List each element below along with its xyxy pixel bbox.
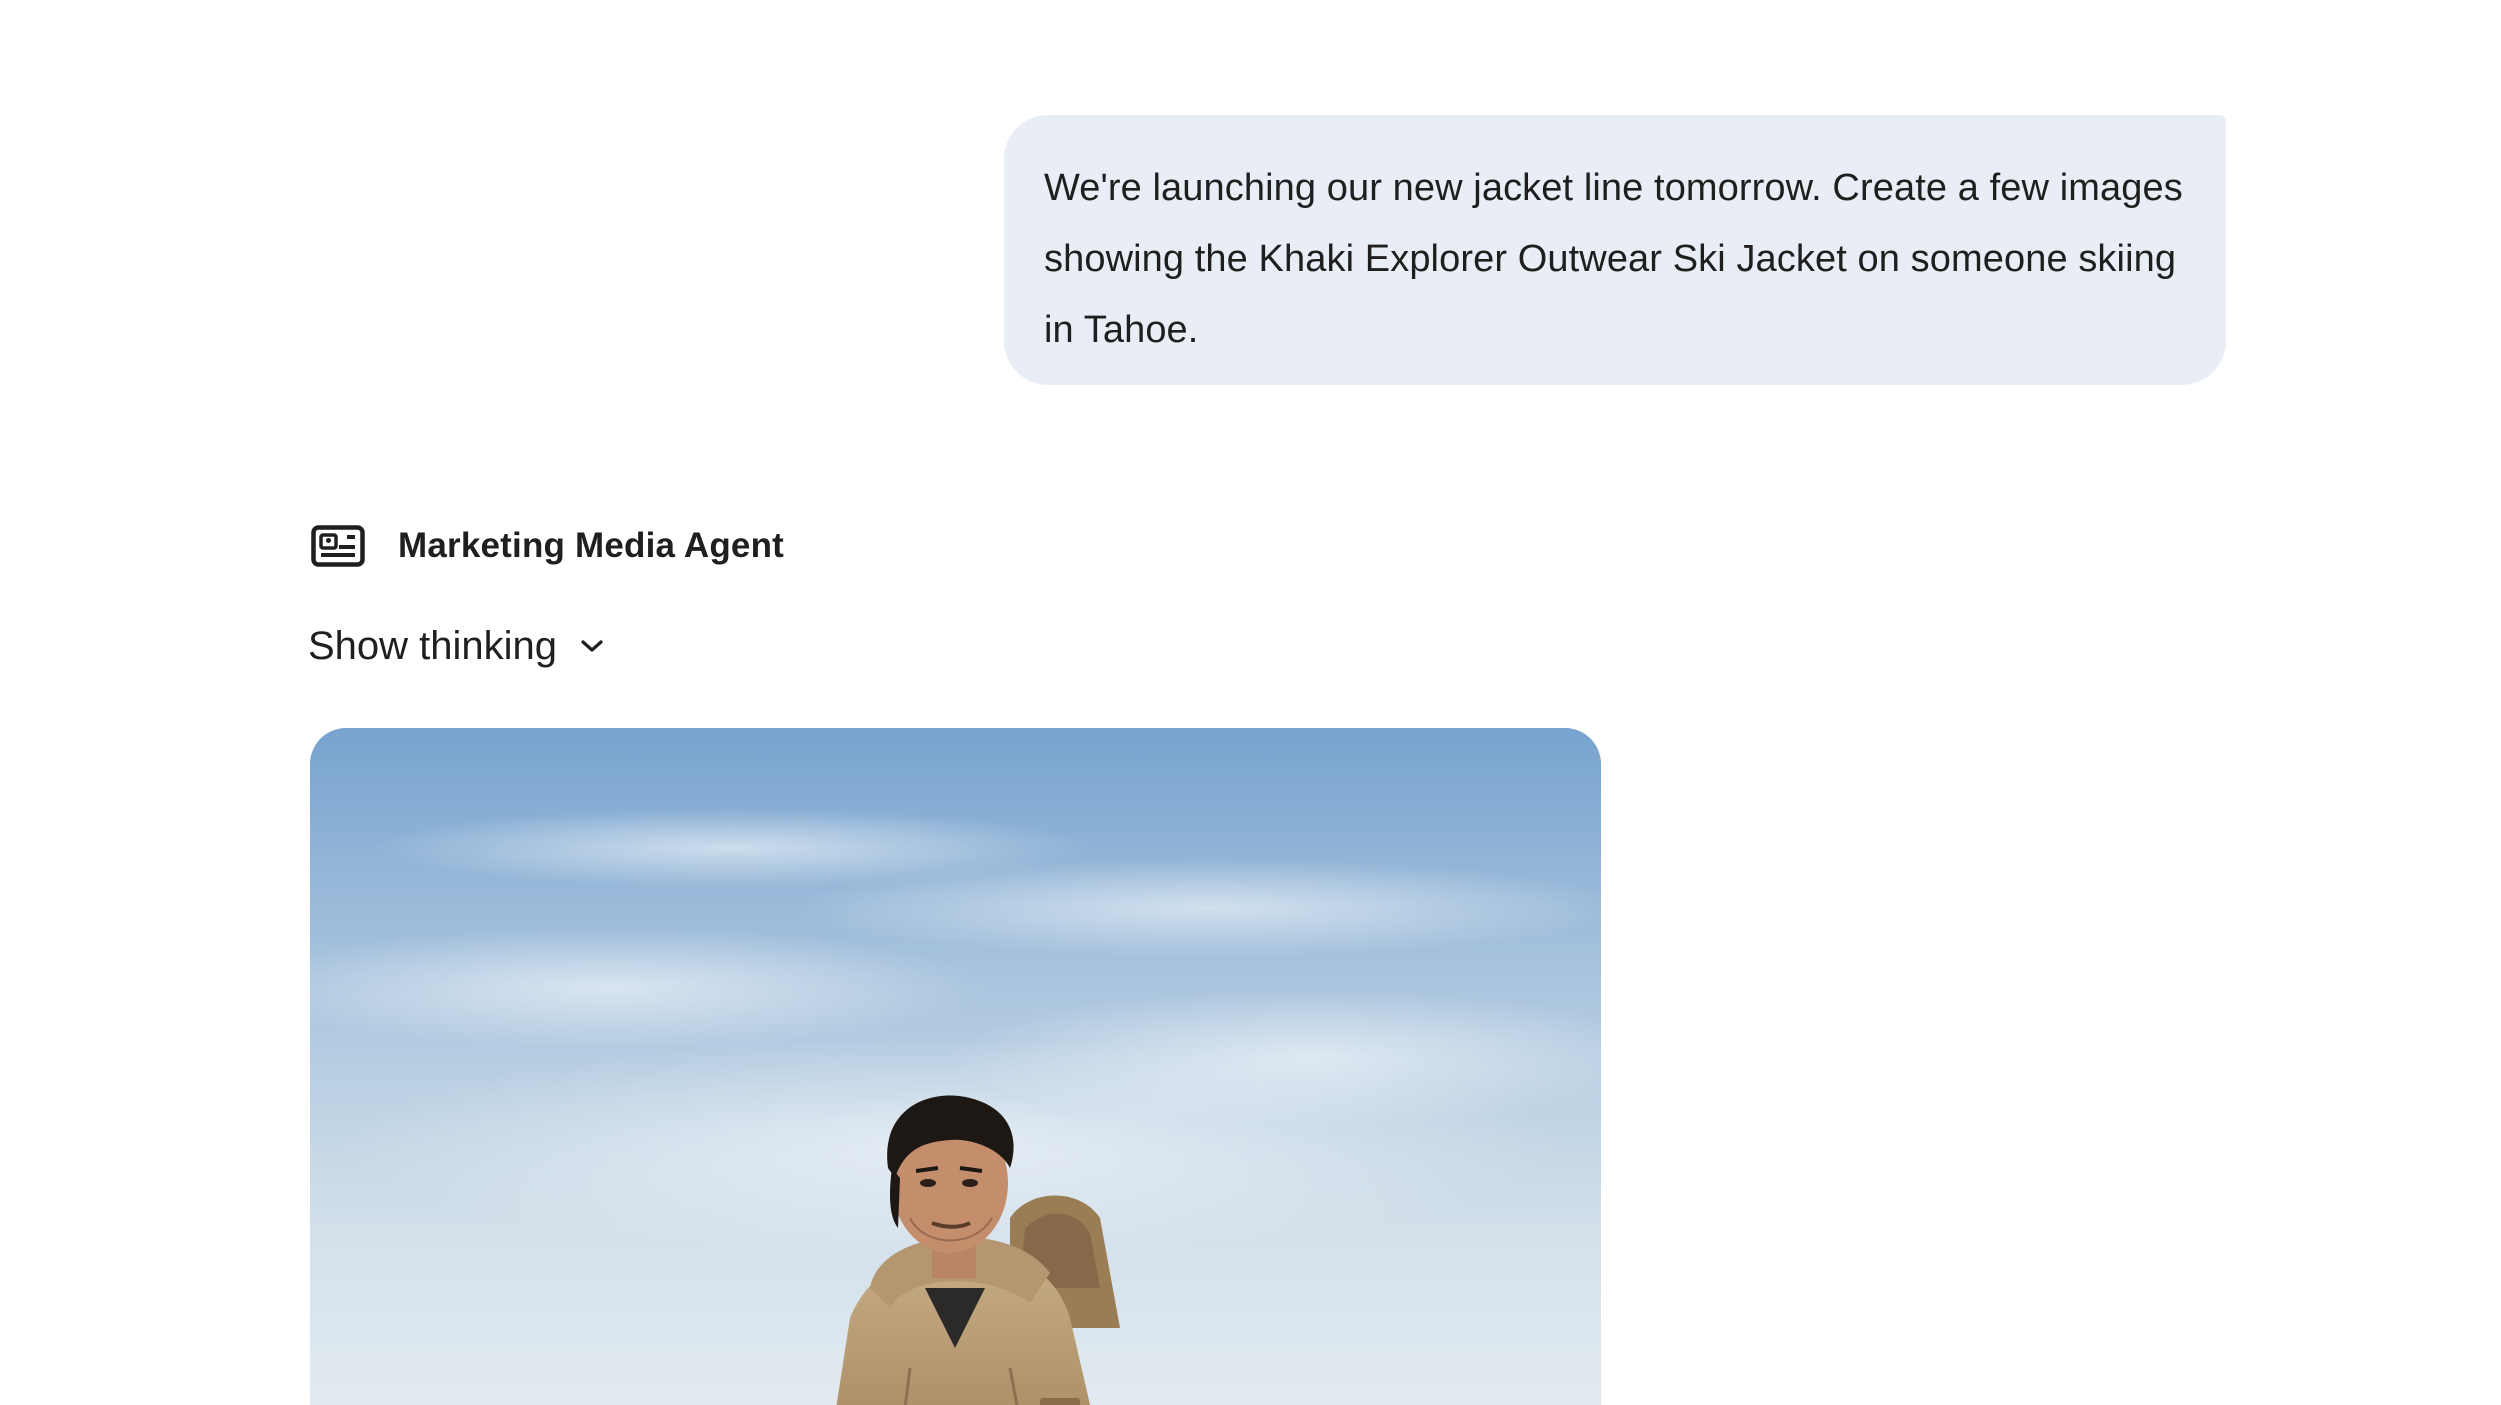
chevron-down-icon bbox=[577, 631, 607, 661]
agent-card-icon bbox=[310, 524, 366, 568]
user-message-text: We're launching our new jacket line tomo… bbox=[1044, 167, 2183, 351]
agent-name: Marketing Media Agent bbox=[398, 526, 785, 565]
chat-page: We're launching our new jacket line tomo… bbox=[0, 0, 2501, 1405]
show-thinking-toggle[interactable]: Show thinking bbox=[308, 618, 607, 674]
generated-image-illustration bbox=[310, 728, 1601, 1405]
user-message-bubble: We're launching our new jacket line tomo… bbox=[1004, 115, 2226, 385]
generated-image[interactable] bbox=[310, 728, 1601, 1405]
show-thinking-label: Show thinking bbox=[308, 623, 558, 668]
agent-header: Marketing Media Agent bbox=[310, 520, 784, 572]
